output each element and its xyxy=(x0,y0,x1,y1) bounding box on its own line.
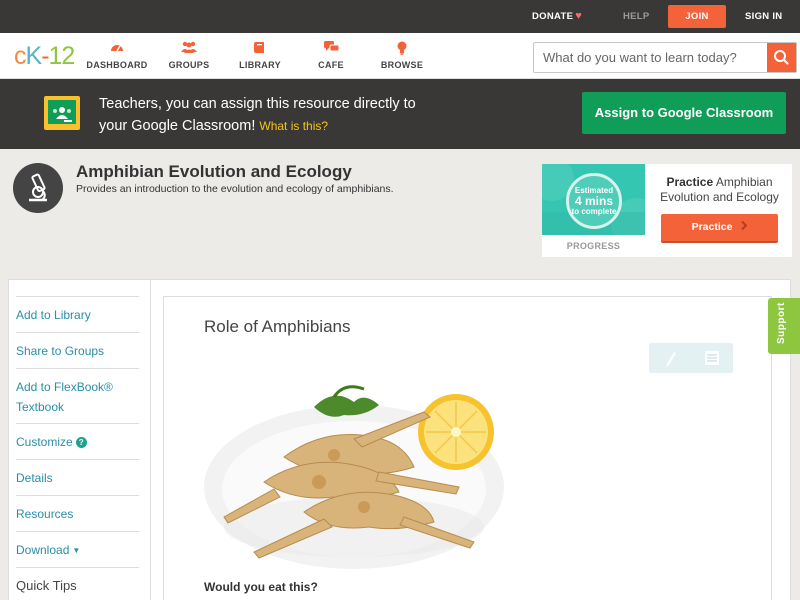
search-bar xyxy=(533,42,797,73)
add-to-library-link[interactable]: Add to Library xyxy=(16,296,139,325)
progress-label: PROGRESS xyxy=(566,241,621,251)
assign-to-google-classroom-button[interactable]: Assign to Google Classroom xyxy=(582,92,786,134)
search-input[interactable] xyxy=(534,43,768,72)
practice-title: Practice Amphibian Evolution and Ecology xyxy=(660,175,779,204)
google-classroom-banner: Teachers, you can assign this resource d… xyxy=(0,79,800,149)
details-link[interactable]: Details xyxy=(16,459,139,488)
microscope-icon xyxy=(13,163,63,213)
notes-tool[interactable] xyxy=(691,343,733,373)
lesson-content: Role of Amphibians Would you eat this? xyxy=(163,296,772,600)
lesson-title: Role of Amphibians xyxy=(204,317,351,336)
join-button[interactable]: JOIN xyxy=(668,5,726,28)
nav-dashboard[interactable]: DASHBOARD xyxy=(82,41,152,70)
concept-title: Amphibian Evolution and Ecology xyxy=(76,162,352,181)
download-dropdown[interactable]: Download ▼ xyxy=(16,531,139,561)
resources-link[interactable]: Resources xyxy=(16,495,139,524)
donate-link[interactable]: DONATE ♥ xyxy=(532,0,582,33)
google-classroom-icon xyxy=(44,96,80,130)
lesson-question: Would you eat this? xyxy=(204,580,318,594)
highlight-tool[interactable] xyxy=(649,343,691,373)
pen-icon xyxy=(666,352,676,367)
help-question-icon[interactable]: ? xyxy=(75,437,87,448)
practice-card: Estimated 4 mins to complete PROGRESS Pr… xyxy=(542,164,792,257)
quick-tips-heading: Quick Tips xyxy=(16,567,139,596)
main-navigation: cK-12 DASHBOARD GROUPS LIBRARY CAFE BROW… xyxy=(0,33,800,79)
top-utility-bar: DONATE ♥ HELP JOIN SIGN IN xyxy=(0,0,800,33)
customize-link[interactable]: Customize? xyxy=(16,423,139,452)
nav-browse[interactable]: BROWSE xyxy=(367,41,437,70)
library-book-icon xyxy=(225,41,295,55)
nav-cafe[interactable]: CAFE xyxy=(296,41,366,70)
progress-badge: Estimated 4 mins to complete xyxy=(542,164,645,235)
support-tab[interactable]: Support xyxy=(768,298,800,354)
concept-description: Provides an introduction to the evolutio… xyxy=(76,183,394,195)
annotation-toolbar xyxy=(649,343,733,373)
chevron-right-icon xyxy=(741,214,748,241)
caret-down-icon: ▼ xyxy=(72,546,81,555)
heart-icon: ♥ xyxy=(575,10,583,22)
practice-button[interactable]: Practice xyxy=(661,214,778,243)
search-button[interactable] xyxy=(767,43,796,72)
search-icon xyxy=(774,50,789,65)
share-to-groups-link[interactable]: Share to Groups xyxy=(16,332,139,361)
frog-legs-dish-image xyxy=(204,377,509,572)
main-content-area: Add to Library Share to Groups Add to Fl… xyxy=(8,279,791,600)
nav-groups[interactable]: GROUPS xyxy=(154,41,224,70)
dashboard-gauge-icon xyxy=(82,41,152,55)
cafe-chat-icon xyxy=(296,41,366,55)
what-is-this-link[interactable]: What is this? xyxy=(259,119,328,133)
add-to-flexbook-link[interactable]: Add to FlexBook® Textbook xyxy=(16,368,139,417)
note-icon xyxy=(705,351,719,365)
ck12-logo[interactable]: cK-12 xyxy=(14,42,75,70)
nav-library[interactable]: LIBRARY xyxy=(225,41,295,70)
sign-in-link[interactable]: SIGN IN xyxy=(745,0,782,33)
action-sidebar: Add to Library Share to Groups Add to Fl… xyxy=(9,280,151,600)
estimated-time-circle: Estimated 4 mins to complete xyxy=(566,173,622,229)
donate-label: DONATE xyxy=(532,11,574,22)
classroom-message: Teachers, you can assign this resource d… xyxy=(99,96,416,134)
groups-people-icon xyxy=(154,41,224,55)
concept-header: Amphibian Evolution and Ecology Provides… xyxy=(0,149,800,269)
browse-bulb-icon xyxy=(367,41,437,55)
help-link[interactable]: HELP xyxy=(623,0,650,33)
